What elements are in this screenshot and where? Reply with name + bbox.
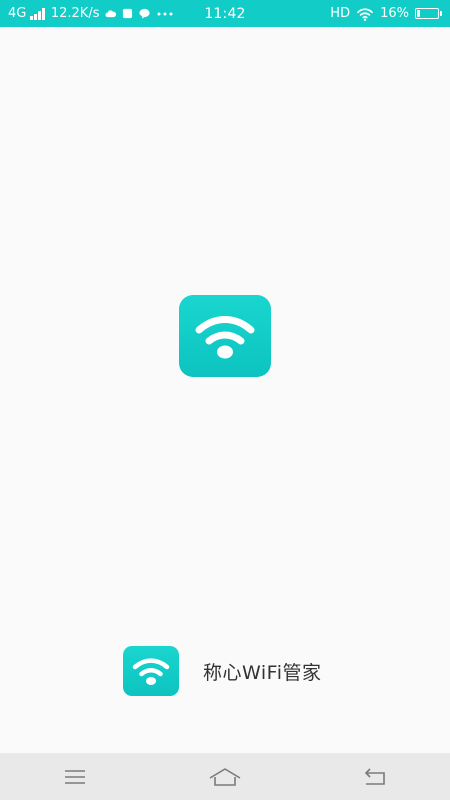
back-icon — [365, 767, 385, 785]
status-bar: 4G 12.2K/s 11:42 HD 16% — [0, 0, 450, 27]
app-name: 称心WiFi管家 — [203, 661, 322, 684]
battery-percent: 16% — [380, 6, 409, 21]
home-button[interactable] — [195, 757, 255, 797]
battery-icon — [415, 8, 442, 19]
network-speed: 12.2K/s — [50, 6, 100, 21]
status-bar-left: 4G 12.2K/s — [8, 6, 225, 21]
wifi-signal-icon — [357, 7, 373, 21]
menu-icon — [65, 769, 85, 784]
hd-indicator: HD — [330, 6, 351, 21]
signal-strength-icon — [30, 7, 45, 20]
cloud-icon — [105, 10, 117, 18]
battery-level — [417, 10, 421, 17]
network-type: 4G — [8, 6, 27, 21]
wifi-icon — [195, 316, 255, 359]
menu-button[interactable] — [45, 757, 105, 797]
app-square-icon — [123, 8, 133, 19]
splash-screen: 4G 12.2K/s 11:42 HD 16% 称心WiFi管家 — [0, 0, 450, 800]
clock: 11:42 — [204, 5, 246, 22]
back-button[interactable] — [345, 757, 405, 797]
brand-footer: 称心WiFi管家 — [123, 646, 321, 696]
status-bar-right: HD 16% — [225, 6, 442, 21]
home-icon — [209, 767, 241, 786]
splash-logo — [179, 295, 271, 377]
brand-logo — [123, 646, 179, 696]
wifi-icon — [132, 658, 170, 685]
chat-bubble-icon — [139, 8, 151, 19]
more-dots-icon — [157, 12, 173, 15]
system-nav-bar — [0, 753, 450, 800]
